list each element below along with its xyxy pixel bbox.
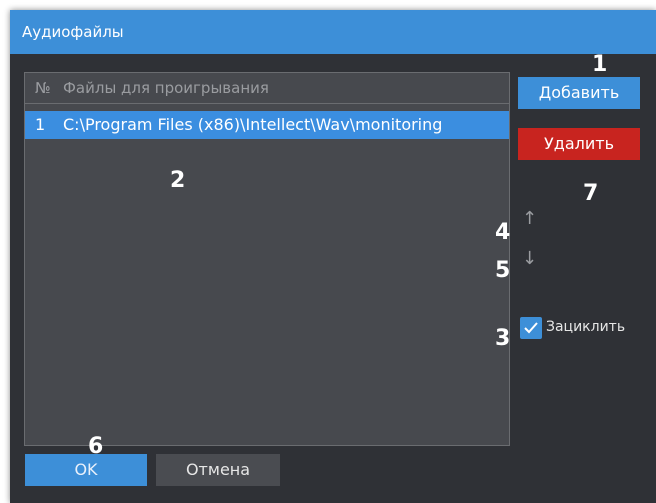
files-list[interactable]: № Файлы для проигрывания 1 C:\Program Fi… — [24, 72, 510, 446]
move-up-icon[interactable]: ↑ — [522, 210, 537, 228]
column-header-files: Файлы для проигрывания — [63, 79, 269, 97]
list-item[interactable]: 1 C:\Program Files (x86)\Intellect\Wav\m… — [25, 111, 509, 139]
callout-2: 2 — [170, 168, 186, 193]
list-item-path: C:\Program Files (x86)\Intellect\Wav\mon… — [63, 115, 443, 134]
move-down-icon[interactable]: ↓ — [522, 250, 537, 268]
callout-3: 3 — [495, 326, 511, 351]
title-bar: Аудиофайлы — [10, 10, 656, 54]
callout-6: 6 — [88, 434, 104, 459]
callout-1: 1 — [592, 52, 608, 77]
list-item-number: 1 — [35, 115, 46, 134]
window-title: Аудиофайлы — [22, 23, 124, 41]
loop-checkbox[interactable] — [520, 317, 542, 339]
callout-5: 5 — [495, 258, 511, 283]
checkmark-icon — [524, 322, 538, 334]
column-header-number: № — [35, 79, 51, 97]
callout-4: 4 — [495, 220, 511, 245]
callout-7: 7 — [583, 181, 599, 206]
ok-button[interactable]: OK — [25, 454, 147, 486]
cancel-button[interactable]: Отмена — [156, 454, 280, 486]
loop-label: Зациклить — [546, 319, 626, 335]
delete-button[interactable]: Удалить — [518, 128, 640, 160]
add-button[interactable]: Добавить — [518, 77, 640, 109]
audio-files-dialog: Аудиофайлы № Файлы для проигрывания 1 C:… — [10, 10, 656, 503]
list-header: № Файлы для проигрывания — [25, 73, 509, 104]
